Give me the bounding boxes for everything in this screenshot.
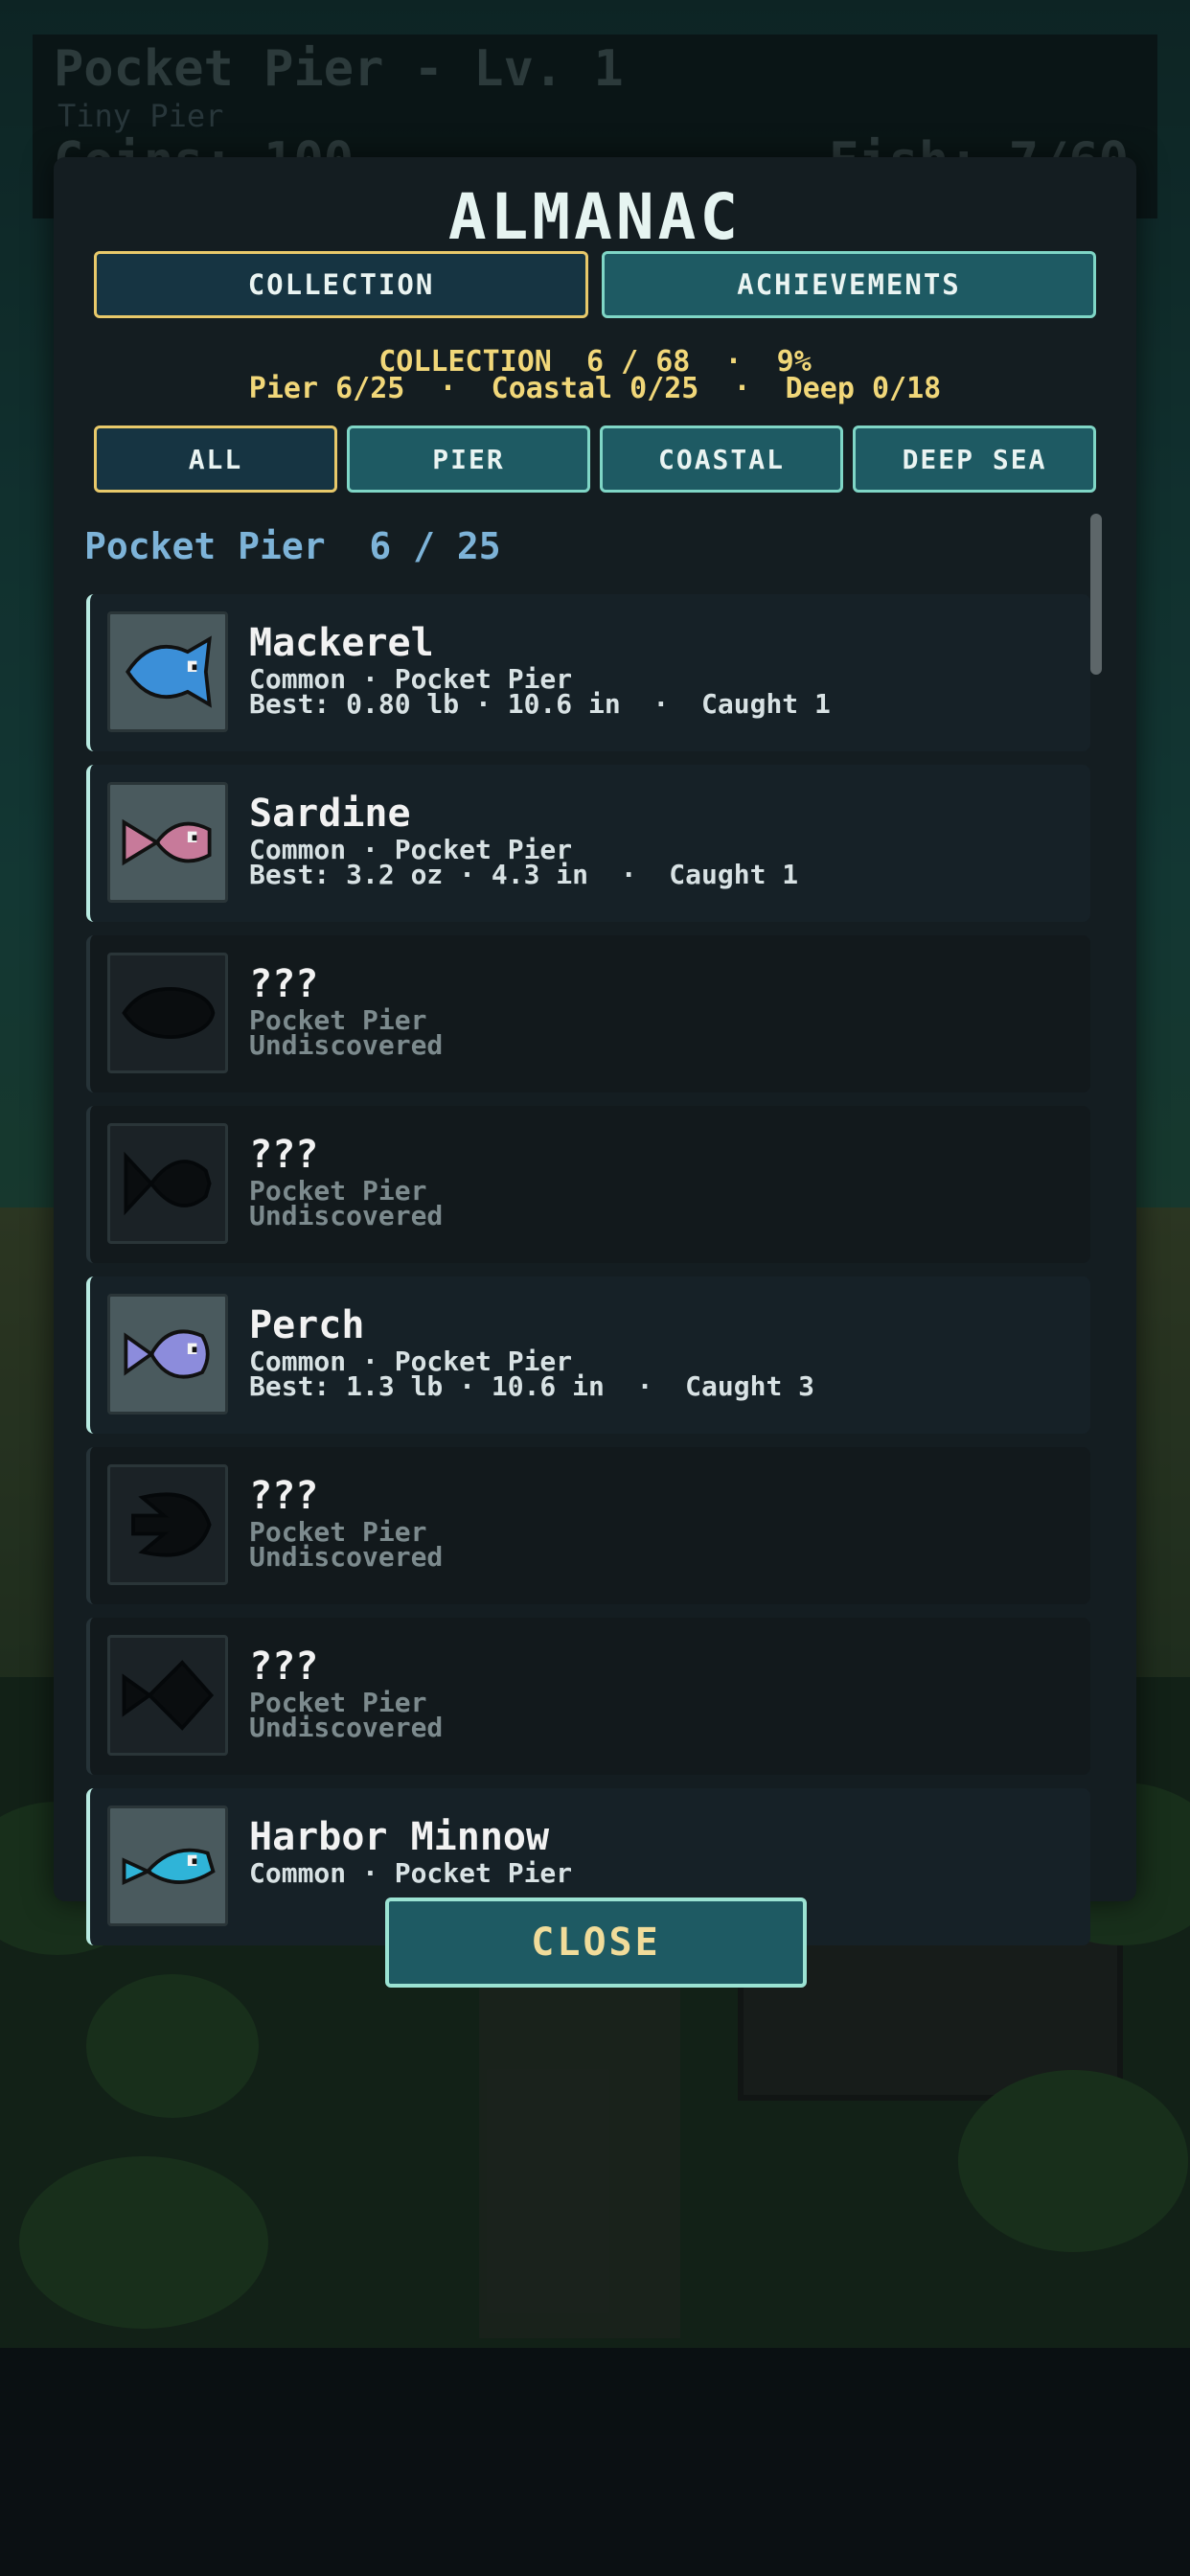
fish-thumbnail [107,782,228,903]
hud-subtitle: Tiny Pier [57,98,224,134]
modal-title: ALMANAC [447,180,743,254]
fish-name: ??? [249,962,319,1006]
fish-status: Undiscovered [249,1029,444,1061]
fish-card[interactable]: ??? Pocket Pier Undiscovered [86,1447,1090,1604]
fish-card[interactable]: ??? Pocket Pier Undiscovered [86,1106,1090,1263]
fish-name: ??? [249,1474,319,1518]
sardine-icon [122,818,212,866]
filter-deep-sea[interactable]: DEEP SEA [853,426,1096,493]
fish-card[interactable]: Mackerel Common · Pocket Pier Best: 0.80 l… [86,594,1090,751]
fish-card[interactable]: ??? Pocket Pier Undiscovered [86,935,1090,1092]
tab-achievements[interactable]: ACHIEVEMENTS [602,251,1096,318]
perch-icon [124,1329,210,1379]
filter-label: COASTAL [657,443,785,475]
tab-label: ACHIEVEMENTS [737,268,961,301]
fish-name: Mackerel [249,621,434,665]
fish-thumbnail [107,1294,228,1414]
fish-name: Sardine [249,792,411,836]
mackerel-icon [126,635,212,708]
fish-status: Undiscovered [249,1712,444,1743]
fish-name: Harbor Minnow [249,1815,550,1859]
filter-label: ALL [188,443,243,475]
fish-rarity-location: Common · Pocket Pier [249,1857,573,1889]
fish-thumbnail [107,1123,228,1244]
tab-label: COLLECTION [247,268,435,301]
filter-pier[interactable]: PIER [347,426,590,493]
fish-name: ??? [249,1133,319,1177]
silhouette-fish-icon [122,987,216,1039]
filter-label: PIER [432,443,505,475]
scrollbar-thumb[interactable] [1090,514,1102,675]
fish-best-record: Best: 3.2 oz · 4.3 in · Caught 1 [249,859,799,890]
fish-card[interactable]: ??? Pocket Pier Undiscovered [86,1618,1090,1775]
silhouette-fish-icon [124,1151,212,1216]
harbor-minnow-icon [122,1848,216,1886]
fish-best-record: Best: 0.80 lb · 10.6 in · Caught 1 [249,688,831,720]
fish-thumbnail [107,1635,228,1756]
fish-status: Undiscovered [249,1200,444,1231]
fish-card[interactable]: Perch Common · Pocket Pier Best: 1.3 lb · … [86,1276,1090,1434]
fish-name: Perch [249,1303,365,1347]
fish-list[interactable]: Mackerel Common · Pocket Pier Best: 0.80 l… [86,586,1090,2022]
fish-thumbnail [107,1806,228,1926]
fish-status: Undiscovered [249,1541,444,1573]
tab-collection[interactable]: COLLECTION [94,251,588,318]
fish-thumbnail [107,1464,228,1585]
silhouette-fish-icon [131,1492,212,1557]
filter-all[interactable]: ALL [94,426,337,493]
close-button[interactable]: CLOSE [385,1898,807,1988]
hud-title: Pocket Pier - Lv. 1 [54,40,624,98]
fish-card[interactable]: Sardine Common · Pocket Pier Best: 3.2 oz … [86,765,1090,922]
fish-best-record: Best: 1.3 lb · 10.6 in · Caught 3 [249,1370,815,1402]
fish-thumbnail [107,611,228,732]
close-label: CLOSE [531,1920,661,1965]
fish-thumbnail [107,953,228,1073]
fish-name: ??? [249,1644,319,1689]
silhouette-fish-icon [122,1660,215,1731]
region-stats: Pier 6/25 · Coastal 0/25 · Deep 0/18 [248,372,942,405]
filter-coastal[interactable]: COASTAL [600,426,843,493]
filter-label: DEEP SEA [902,443,1047,475]
almanac-modal: ALMANAC COLLECTION ACHIEVEMENTS COLLECTI… [54,157,1136,1945]
section-heading: Pocket Pier 6 / 25 [84,525,501,567]
